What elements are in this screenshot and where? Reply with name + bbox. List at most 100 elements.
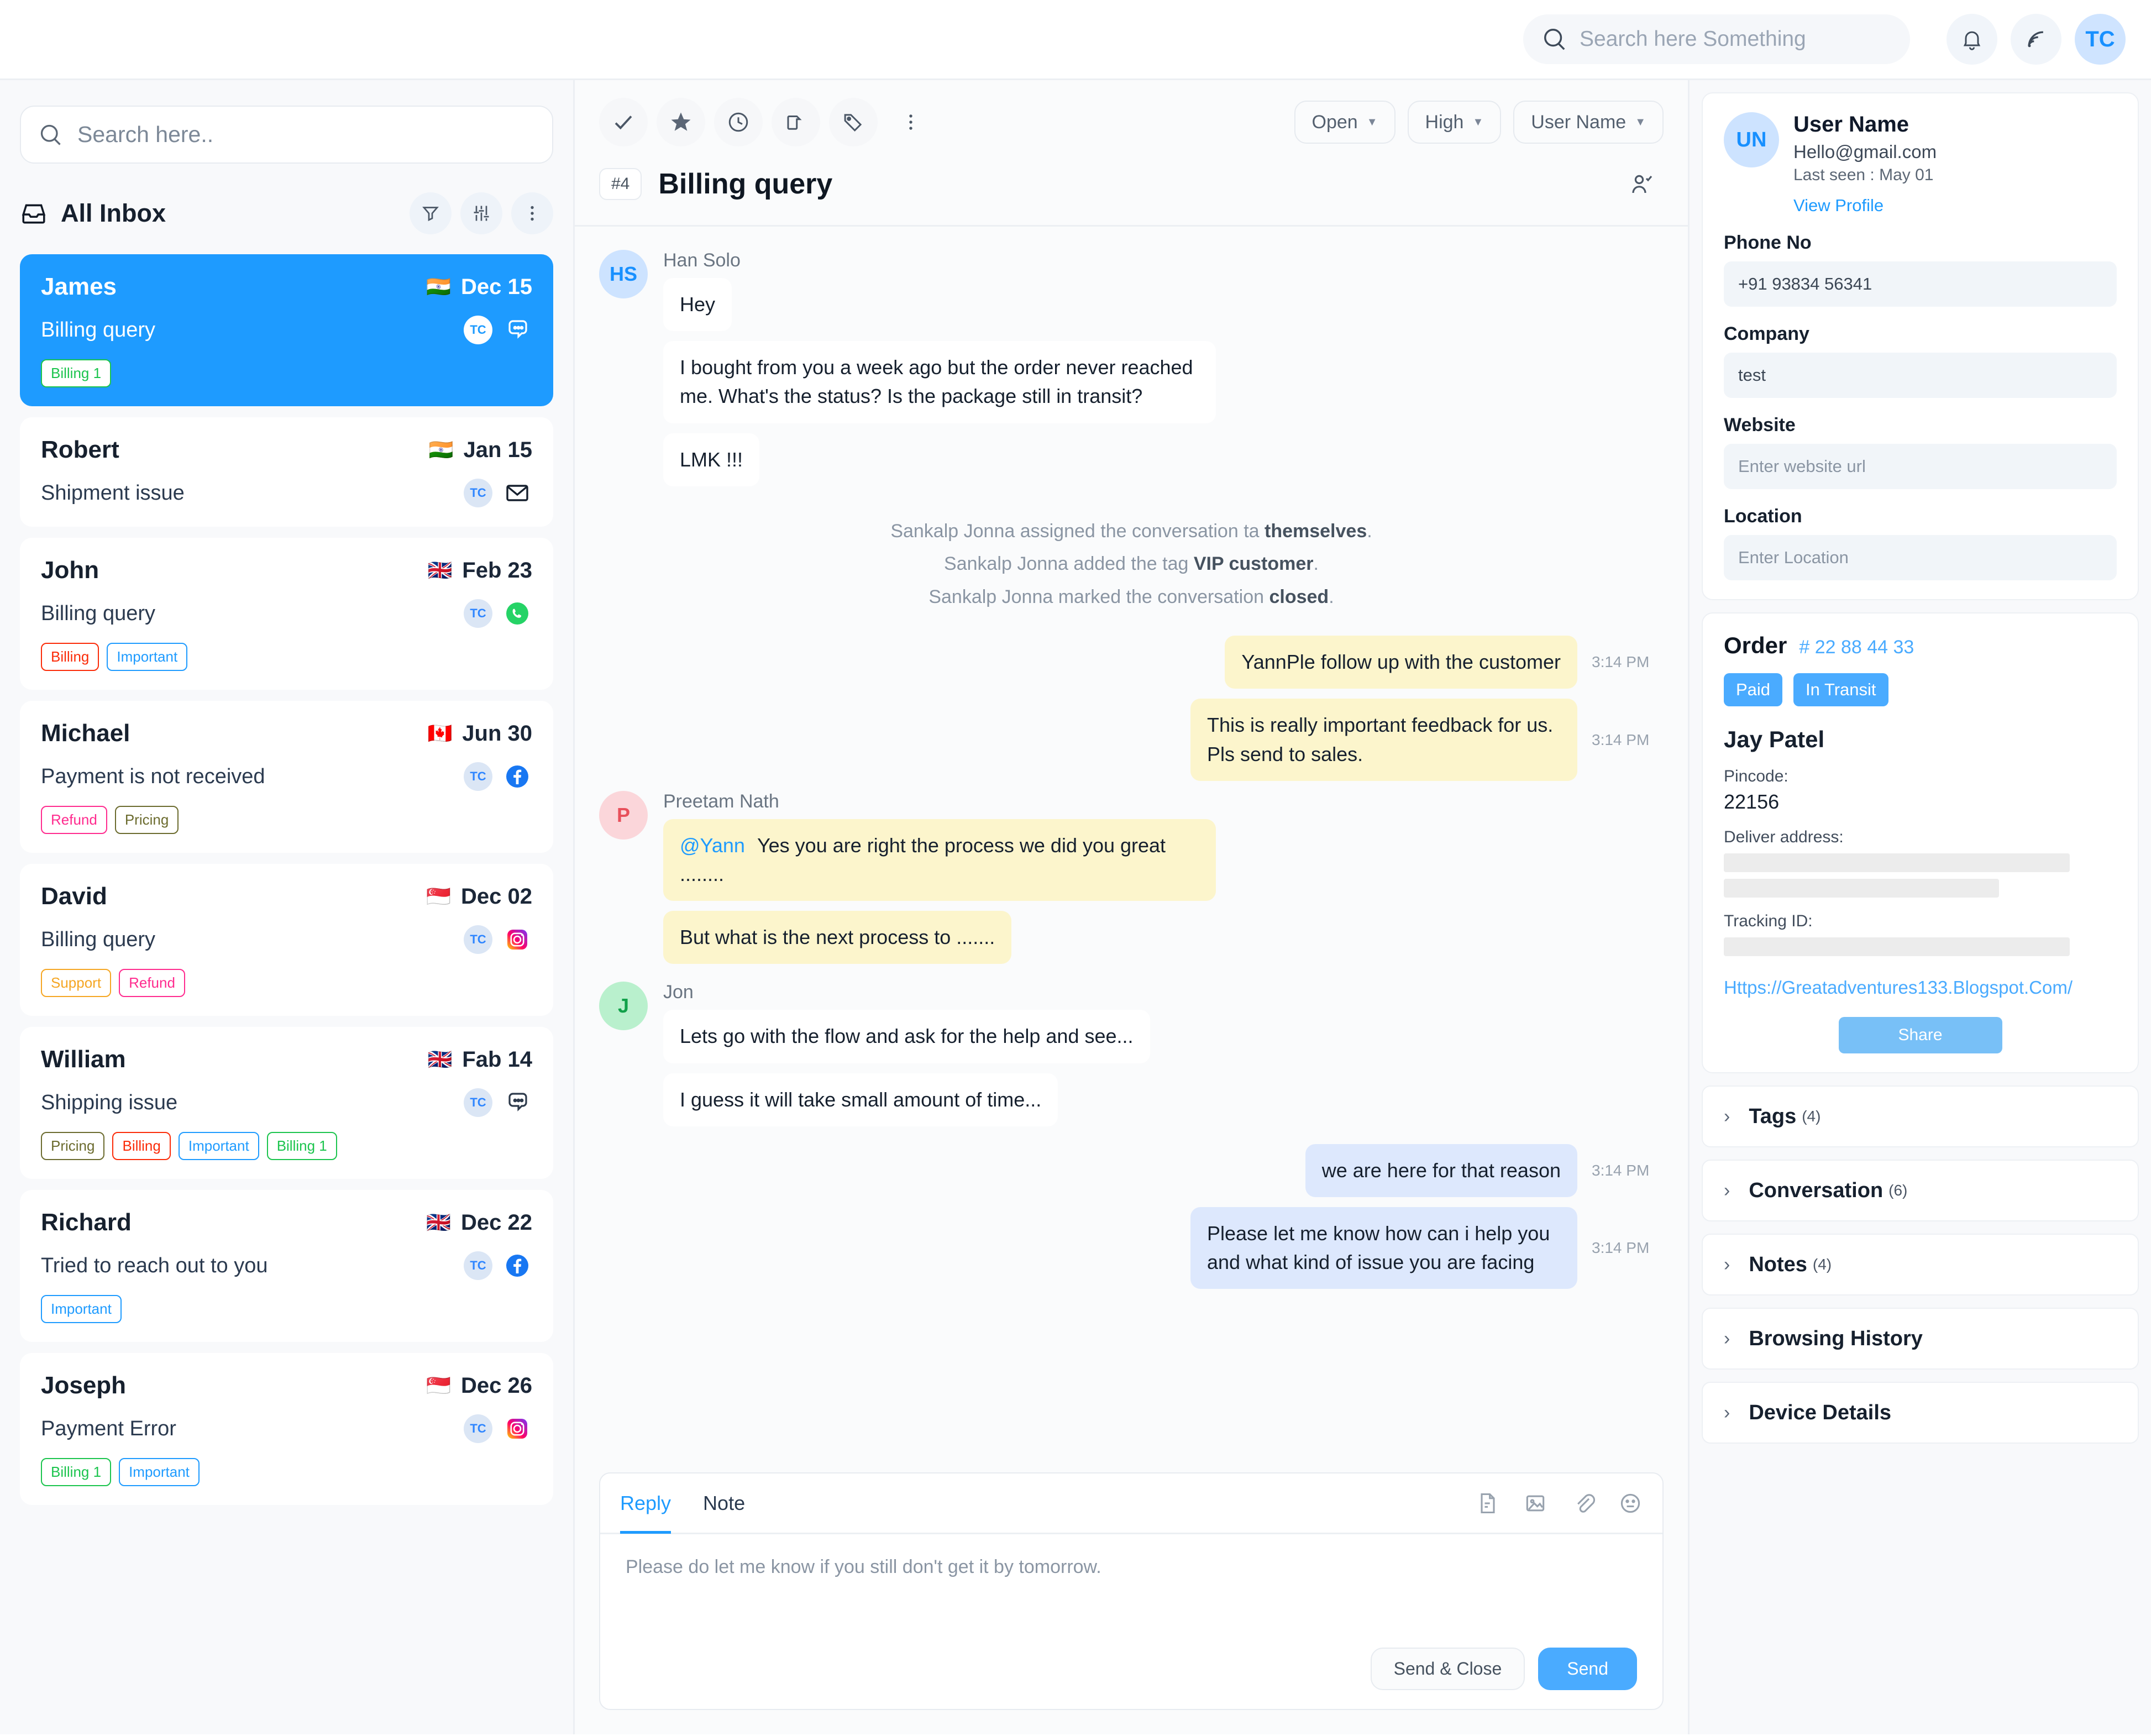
conversation-item-top: William 🇬🇧 Fab 14 — [41, 1046, 532, 1073]
message-bubble: I bought from you a week ago but the ord… — [663, 341, 1216, 423]
tag-icon[interactable] — [829, 98, 878, 146]
image-icon[interactable] — [1523, 1491, 1547, 1515]
global-search[interactable]: Search here Something — [1523, 14, 1910, 64]
assignee-select[interactable]: User Name ▼ — [1513, 101, 1664, 144]
tag-chip[interactable]: Important — [178, 1132, 259, 1160]
tab-note[interactable]: Note — [703, 1473, 745, 1534]
tag-chip[interactable]: Billing — [41, 643, 99, 671]
avatar[interactable]: TC — [2075, 14, 2126, 65]
tag-chip[interactable]: Important — [119, 1458, 200, 1486]
send-and-close-button[interactable]: Send & Close — [1370, 1648, 1525, 1690]
conversation-item-mid: Tried to reach out to you TC — [41, 1251, 532, 1281]
accordion-notes[interactable]: › Notes (4) — [1702, 1234, 2139, 1296]
system-text-strong: closed — [1269, 586, 1329, 607]
order-title: Order — [1724, 632, 1787, 658]
order-url-link[interactable]: Https://Greatadventures133.Blogspot.Com/ — [1724, 975, 2117, 1000]
message-column: Han Solo Hey I bought from you a week ago … — [663, 250, 1216, 496]
view-profile-link[interactable]: View Profile — [1793, 196, 1884, 216]
conversation-list-item[interactable]: David 🇸🇬 Dec 02 Billing query TC Support Refun… — [20, 864, 553, 1016]
attachment-icon[interactable] — [1571, 1491, 1595, 1515]
status-badge: Paid — [1724, 673, 1783, 706]
conversation-list-item[interactable]: William 🇬🇧 Fab 14 Shipping issue TC Pricing Bi… — [20, 1027, 553, 1179]
share-button[interactable]: Share — [1838, 1017, 2002, 1054]
chat-icon — [502, 1088, 532, 1118]
conversation-list-item[interactable]: Richard 🇬🇧 Dec 22 Tried to reach out to you… — [20, 1190, 553, 1342]
country-flag-icon: 🇮🇳 — [428, 438, 454, 461]
tag-chip[interactable]: Pricing — [41, 1132, 105, 1160]
more-vertical-icon[interactable] — [886, 98, 935, 146]
conversation-list-item[interactable]: Michael 🇨🇦 Jun 30 Payment is not received TC… — [20, 701, 553, 853]
conversation-item-top: John 🇬🇧 Feb 23 — [41, 557, 532, 584]
conversation-list-item[interactable]: Robert 🇮🇳 Jan 15 Shipment issue TC — [20, 417, 553, 527]
conversation-badges: TC — [464, 478, 532, 508]
message-text: But what is the next process to ....... — [680, 926, 995, 949]
field-label: Website — [1724, 415, 1796, 436]
status-select[interactable]: Open ▼ — [1294, 101, 1395, 144]
sliders-icon[interactable] — [460, 192, 502, 234]
accordion-browsing-history[interactable]: › Browsing History — [1702, 1308, 2139, 1370]
address-placeholder-bar — [1724, 879, 1999, 898]
tag-chip[interactable]: Billing 1 — [41, 1458, 112, 1486]
field-label: Phone No — [1724, 232, 1812, 253]
website-field[interactable]: Enter website url — [1724, 444, 2117, 489]
country-flag-icon: 🇸🇬 — [426, 1374, 452, 1397]
tag-chip[interactable]: Pricing — [114, 806, 179, 834]
company-field[interactable]: test — [1724, 353, 2117, 398]
mention[interactable]: @Yann — [680, 834, 745, 857]
broadcast-icon[interactable] — [2011, 14, 2061, 65]
priority-select[interactable]: High ▼ — [1407, 101, 1502, 144]
conversation-list-item[interactable]: John 🇬🇧 Feb 23 Billing query TC Billing Import… — [20, 538, 553, 690]
country-flag-icon: 🇨🇦 — [427, 722, 453, 744]
star-icon[interactable] — [657, 98, 705, 146]
conversation-subject: Shipment issue — [41, 481, 185, 505]
tag-chip[interactable]: Support — [41, 969, 112, 997]
country-flag-icon: 🇬🇧 — [427, 1048, 453, 1071]
tag-list: Pricing Billing Important Billing 1 — [41, 1132, 532, 1160]
conversation-list-item[interactable]: James 🇮🇳 Dec 15 Billing query TC Billing 1 — [20, 254, 553, 406]
send-button[interactable]: Send — [1538, 1648, 1637, 1690]
conversation-item-top: Michael 🇨🇦 Jun 30 — [41, 720, 532, 747]
location-field[interactable]: Enter Location — [1724, 535, 2117, 580]
emoji-icon[interactable] — [1618, 1491, 1643, 1515]
clock-icon[interactable] — [714, 98, 763, 146]
more-vertical-icon[interactable] — [511, 192, 553, 234]
check-icon[interactable] — [599, 98, 648, 146]
avatar-initials: HS — [609, 263, 637, 285]
accordion-conversation[interactable]: › Conversation (6) — [1702, 1160, 2139, 1222]
order-number[interactable]: # 22 88 44 33 — [1799, 637, 1914, 658]
mention[interactable]: Yann — [1241, 651, 1286, 673]
phone-no-field[interactable]: +91 93834 56341 — [1724, 261, 2117, 307]
accordion-tags[interactable]: › Tags (4) — [1702, 1085, 2139, 1148]
accordion-device-details[interactable]: › Device Details — [1702, 1382, 2139, 1444]
conversation-subject: Billing query — [41, 927, 155, 951]
tag-chip[interactable]: Important — [41, 1295, 122, 1323]
sidebar-search-input[interactable]: Search here.. — [20, 106, 553, 164]
folder-icon[interactable] — [772, 98, 820, 146]
conversation-date: Jun 30 — [462, 721, 532, 746]
assign-user-icon[interactable] — [1619, 162, 1664, 206]
conversation-list-item[interactable]: Joseph 🇸🇬 Dec 26 Payment Error TC Billing 1 Im… — [20, 1353, 553, 1505]
tag-chip[interactable]: Refund — [119, 969, 185, 997]
conversation-meta: 🇬🇧 Fab 14 — [427, 1047, 532, 1072]
conversation-list-panel: Search here.. All Inbox James 🇮🇳 Dec 15 … — [0, 80, 575, 1734]
conversation-subject: Billing query — [41, 318, 155, 342]
accordion-count: (4) — [1812, 1256, 1832, 1273]
contact-name: Joseph — [41, 1372, 127, 1399]
tag-chip[interactable]: Billing 1 — [266, 1132, 337, 1160]
tag-chip[interactable]: Billing — [112, 1132, 171, 1160]
filter-icon[interactable] — [410, 192, 452, 234]
tag-chip[interactable]: Refund — [41, 806, 107, 834]
accordion-label: Conversation — [1749, 1178, 1884, 1202]
field-label: Company — [1724, 323, 1809, 344]
bell-icon[interactable] — [1947, 14, 1997, 65]
reply-textarea[interactable]: Please do let me know if you still don't… — [600, 1534, 1662, 1648]
tag-chip[interactable]: Billing 1 — [41, 359, 112, 387]
tab-reply[interactable]: Reply — [620, 1473, 671, 1534]
status-select-label: Open — [1311, 111, 1358, 133]
conversation-date: Fab 14 — [462, 1047, 532, 1072]
conversation-badges: TC — [464, 599, 532, 628]
document-icon[interactable] — [1476, 1491, 1500, 1515]
tag-chip[interactable]: Important — [107, 643, 188, 671]
order-customer-name: Jay Patel — [1724, 726, 1825, 752]
accordion-label: Tags — [1749, 1104, 1797, 1128]
